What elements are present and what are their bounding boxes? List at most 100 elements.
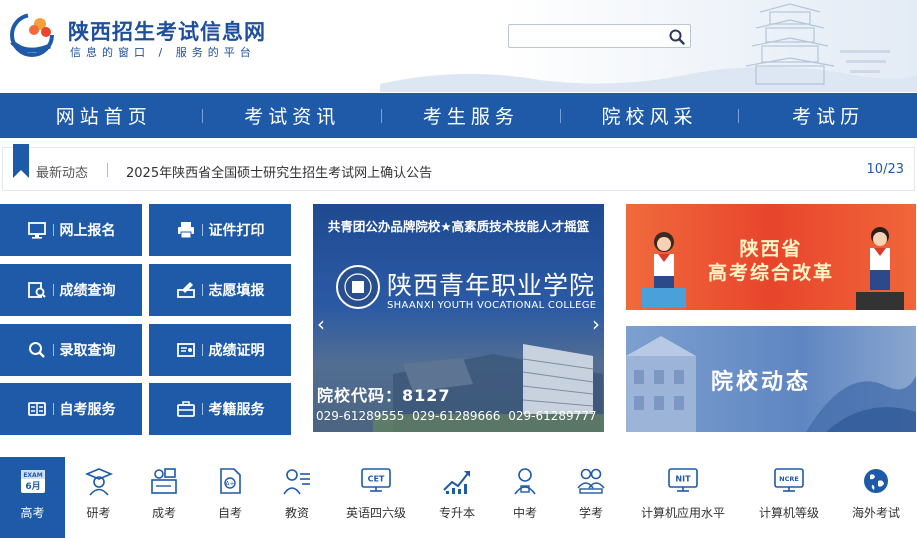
cet-icon: CET	[361, 468, 391, 492]
svg-text:A+: A+	[225, 481, 234, 488]
quick-score-certificate-button[interactable]: 成绩证明	[149, 324, 291, 376]
category-zhongkao[interactable]: 中考	[492, 457, 558, 538]
category-label: 教资	[284, 506, 309, 520]
printer-icon	[177, 222, 194, 239]
category-label: 学考	[578, 506, 603, 520]
quick-button-label: 考籍服务	[208, 402, 265, 418]
quick-button-label: 成绩查询	[59, 283, 116, 299]
reform-title-line2: 高考综合改革	[707, 262, 834, 284]
site-header: 陕西招生考试信息网 信息的窗口 / 服务的平台	[0, 0, 917, 92]
briefcase-icon	[176, 401, 195, 417]
college-seal-icon	[336, 265, 380, 309]
monitor-icon	[27, 222, 46, 239]
category-academic-test[interactable]: 学考	[558, 457, 624, 538]
site-logo-icon[interactable]	[6, 8, 60, 58]
quick-student-status-button[interactable]: 考籍服务	[149, 383, 291, 435]
quick-score-query-button[interactable]: 成绩查询	[0, 264, 142, 316]
exam-calendar-icon: EXAM 6月	[20, 470, 45, 493]
quick-button-label: 志愿填报	[208, 283, 265, 299]
category-label: 自考	[217, 506, 242, 520]
exam-category-bar: EXAM 6月 高考 研考 成考 A+ 自考 教资 CET 英语四六级 专升本 …	[0, 457, 917, 538]
quick-self-exam-service-button[interactable]: 自考服务	[0, 383, 142, 435]
category-gaokao[interactable]: EXAM 6月 高考	[0, 457, 65, 538]
button-divider	[201, 344, 203, 356]
college-news-banner[interactable]: 院校动态	[626, 326, 916, 432]
ticker-headline[interactable]: 2025年陕西省全国硕士研究生招生考试网上确认公告	[126, 162, 432, 181]
gaokao-reform-banner[interactable]: 陕西省 高考综合改革	[626, 204, 916, 310]
globe-icon	[864, 469, 888, 493]
banner-college-code: 院校代码：8127	[317, 386, 451, 405]
adult-exam-icon	[151, 468, 177, 494]
category-label: 计算机等级	[758, 506, 819, 520]
nav-exam-calendar[interactable]: 考试历	[739, 102, 917, 129]
category-nit[interactable]: NIT 计算机应用水平	[624, 457, 742, 538]
category-overseas-exam[interactable]: 海外考试	[836, 457, 916, 538]
category-cet[interactable]: CET 英语四六级	[330, 457, 422, 538]
nav-candidate-service[interactable]: 考生服务	[382, 102, 560, 129]
site-slogan: 信息的窗口 / 服务的平台	[70, 46, 256, 59]
quick-print-certificate-button[interactable]: 证件打印	[149, 204, 291, 256]
banner-tagline: 共青团公办品牌院校★高素质技术技能人才摇篮	[327, 219, 590, 234]
category-label: 研考	[86, 506, 111, 520]
certificate-icon	[176, 343, 195, 357]
category-label: 计算机应用水平	[640, 506, 725, 520]
pagoda-decoration	[745, 3, 890, 85]
news-ticker: 最新动态 2025年陕西省全国硕士研究生招生考试网上确认公告 10/23	[2, 144, 915, 191]
nav-exam-news[interactable]: 考试资讯	[203, 102, 381, 129]
cet-badge: CET	[368, 475, 385, 484]
category-ncre[interactable]: NCRE 计算机等级	[742, 457, 836, 538]
quick-button-label: 网上报名	[59, 223, 116, 239]
graduate-icon	[84, 468, 113, 496]
search-box	[508, 24, 691, 48]
search-input[interactable]	[509, 25, 659, 47]
quick-admission-query-button[interactable]: 录取查询	[0, 324, 142, 376]
quick-button-label: 录取查询	[59, 343, 116, 359]
nit-icon: NIT	[668, 468, 698, 492]
quick-online-registration-button[interactable]: 网上报名	[0, 204, 142, 256]
ticker-label: 最新动态	[36, 166, 89, 181]
student-icon	[514, 468, 536, 495]
exam-badge-top: EXAM	[23, 472, 42, 479]
category-label: 高考	[20, 506, 45, 520]
banner-next-arrow-icon[interactable]: ›	[592, 312, 600, 336]
button-divider	[201, 284, 203, 296]
bookmark-icon	[13, 144, 29, 178]
quick-button-label: 证件打印	[208, 223, 265, 239]
pen-form-icon	[176, 282, 195, 298]
quick-volunteer-fill-button[interactable]: 志愿填报	[149, 264, 291, 316]
quick-button-label: 成绩证明	[208, 343, 265, 359]
category-graduate-exam[interactable]: 研考	[65, 457, 132, 538]
category-upgrade-bachelor[interactable]: 专升本	[422, 457, 492, 538]
ticker-date: 10/23	[866, 162, 904, 177]
id-card-icon	[27, 402, 46, 416]
category-label: 中考	[512, 506, 537, 520]
self-exam-doc-icon: A+	[220, 468, 241, 494]
category-label: 成考	[151, 506, 176, 520]
score-search-icon	[27, 282, 46, 298]
search-icon[interactable]	[668, 28, 686, 46]
category-self-exam[interactable]: A+ 自考	[196, 457, 264, 538]
banner-school-english: SHAANXI YOUTH VOCATIONAL COLLEGE	[387, 300, 597, 311]
nav-college-showcase[interactable]: 院校风采	[561, 102, 739, 129]
button-divider	[52, 344, 54, 356]
button-divider	[201, 403, 203, 415]
college-banner[interactable]: 共青团公办品牌院校★高素质技术技能人才摇篮 陕西青年职业学院 SHAANXI Y…	[313, 204, 604, 432]
button-divider	[52, 284, 54, 296]
banner-school-name: 陕西青年职业学院	[387, 271, 596, 300]
category-adult-exam[interactable]: 成考	[132, 457, 196, 538]
quick-button-label: 自考服务	[59, 402, 116, 418]
ticker-divider	[107, 163, 108, 177]
category-label: 海外考试	[851, 506, 900, 520]
banner-phones: 029-61289555 029-61289666 029-61289777	[316, 409, 597, 423]
reform-title-line1: 陕西省	[739, 238, 803, 260]
button-divider	[201, 224, 203, 236]
banner-prev-arrow-icon[interactable]: ‹	[317, 312, 325, 336]
exam-badge-bottom: 6月	[25, 481, 40, 492]
magnifier-icon	[28, 342, 45, 358]
nav-home[interactable]: 网站首页	[5, 102, 202, 129]
rising-chart-icon	[443, 471, 470, 494]
site-title[interactable]: 陕西招生考试信息网	[68, 16, 266, 46]
button-divider	[52, 224, 54, 236]
main-nav: 网站首页 考试资讯 考生服务 院校风采 考试历	[0, 93, 917, 138]
category-teacher-cert[interactable]: 教资	[264, 457, 330, 538]
